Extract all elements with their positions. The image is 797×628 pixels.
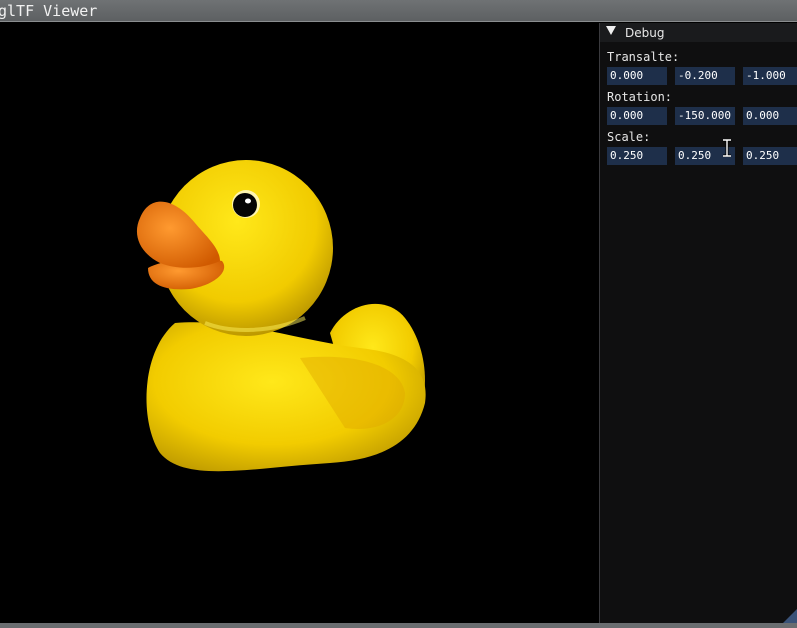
3d-viewport[interactable] — [0, 23, 599, 623]
translate-y-field[interactable]: -0.200 — [675, 67, 735, 85]
translate-z-field[interactable]: -1.000 — [743, 67, 797, 85]
scale-z-field[interactable]: 0.250 — [743, 147, 797, 165]
collapse-arrow-icon[interactable] — [606, 26, 616, 35]
ibeam-cursor-icon — [723, 139, 731, 157]
rotation-z-field[interactable]: 0.000 — [743, 107, 797, 125]
translate-x-field[interactable]: 0.000 — [607, 67, 667, 85]
rotation-label: Rotation: — [607, 90, 673, 104]
translate-label: Transalte: — [607, 50, 680, 64]
debug-header[interactable]: Debug — [600, 23, 797, 42]
scale-label: Scale: — [607, 130, 651, 144]
resize-grip-icon[interactable] — [783, 609, 797, 623]
window-bottom-border — [0, 623, 797, 628]
window-titlebar[interactable]: glTF Viewer — [0, 0, 797, 22]
duck-model — [136, 160, 426, 472]
debug-panel: Debug Transalte: 0.000 -0.200 -1.000 Rot… — [599, 23, 797, 623]
rotation-y-field[interactable]: -150.000 — [675, 107, 735, 125]
scale-x-field[interactable]: 0.250 — [607, 147, 667, 165]
debug-title: Debug — [625, 26, 665, 40]
rotation-x-field[interactable]: 0.000 — [607, 107, 667, 125]
window-title: glTF Viewer — [0, 2, 98, 20]
